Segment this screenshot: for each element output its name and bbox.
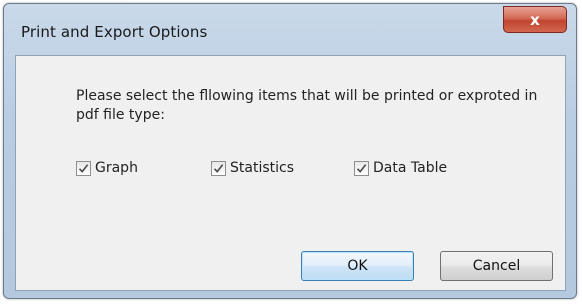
graph-label: Graph	[95, 160, 138, 176]
graph-option[interactable]: Graph	[76, 160, 138, 176]
checkmark-icon	[356, 163, 367, 173]
cancel-button[interactable]: Cancel	[440, 251, 553, 281]
data-table-label: Data Table	[373, 160, 448, 176]
close-icon: x	[530, 10, 540, 29]
data-table-option[interactable]: Data Table	[354, 160, 447, 176]
dialog-content: Please select the fllowing items that wi…	[15, 55, 566, 291]
ok-button[interactable]: OK	[301, 251, 414, 281]
window-title: Print and Export Options	[21, 23, 208, 41]
checkmark-icon	[213, 163, 224, 173]
statistics-label: Statistics	[230, 160, 294, 176]
graph-checkbox[interactable]	[76, 160, 91, 176]
checkmark-icon	[78, 163, 89, 173]
data-table-checkbox[interactable]	[354, 160, 369, 176]
instruction-text: Please select the fllowing items that wi…	[76, 88, 538, 123]
statistics-checkbox[interactable]	[211, 160, 226, 176]
print-export-dialog: Print and Export Options x Please select…	[3, 3, 577, 299]
close-button[interactable]: x	[503, 6, 567, 33]
statistics-option[interactable]: Statistics	[211, 160, 294, 176]
